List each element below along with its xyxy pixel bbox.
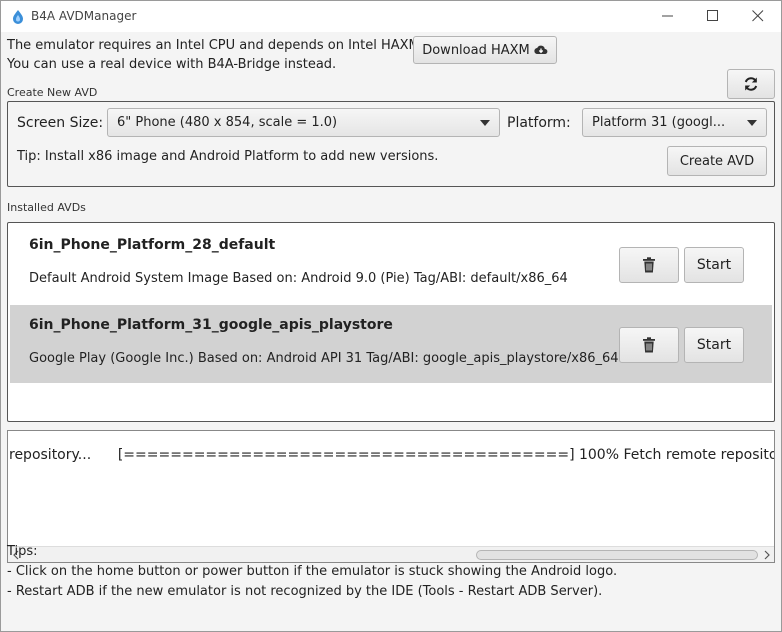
delete-avd-button[interactable] — [619, 247, 679, 283]
chevron-down-icon — [480, 120, 490, 126]
haxm-info-text: The emulator requires an Intel CPU and d… — [7, 38, 425, 53]
avd-description: Default Android System Image Based on: A… — [29, 271, 568, 286]
trash-icon — [643, 337, 655, 353]
installed-avds-list: 6in_Phone_Platform_28_default Default An… — [7, 222, 775, 422]
create-avd-group: Screen Size: 6" Phone (480 x 854, scale … — [7, 101, 775, 187]
maximize-icon — [707, 10, 718, 21]
log-output[interactable]: repository... [=========================… — [7, 430, 775, 563]
window-title: B4A AVDManager — [31, 9, 137, 23]
start-avd-button[interactable]: Start — [684, 247, 744, 283]
refresh-button[interactable] — [727, 69, 775, 99]
list-item[interactable]: 6in_Phone_Platform_31_google_apis_playst… — [10, 305, 772, 383]
platform-select[interactable]: Platform 31 (googl... — [582, 108, 767, 137]
tip-line: - Restart ADB if the new emulator is not… — [7, 584, 603, 599]
platform-label: Platform: — [507, 115, 571, 131]
trash-icon — [643, 257, 655, 273]
create-avd-label: Create AVD — [679, 153, 755, 169]
avd-description: Google Play (Google Inc.) Based on: Andr… — [29, 351, 619, 366]
scrollbar-thumb[interactable] — [476, 550, 758, 560]
start-label: Start — [696, 257, 732, 273]
minimize-icon — [662, 15, 673, 17]
b4a-app-icon — [13, 10, 23, 24]
minimize-button[interactable] — [645, 1, 691, 32]
avd-name: 6in_Phone_Platform_31_google_apis_playst… — [29, 317, 393, 333]
title-bar: B4A AVDManager — [1, 1, 781, 32]
tips-heading: Tips: — [7, 544, 38, 559]
main-content: The emulator requires an Intel CPU and d… — [1, 32, 781, 631]
screen-size-label: Screen Size: — [17, 115, 104, 131]
create-avd-button[interactable]: Create AVD — [667, 146, 767, 176]
download-haxm-button[interactable]: Download HAXM — [413, 36, 557, 64]
start-avd-button[interactable]: Start — [684, 327, 744, 363]
download-haxm-label: Download HAXM — [422, 42, 530, 58]
list-item[interactable]: 6in_Phone_Platform_28_default Default An… — [10, 225, 772, 303]
close-button[interactable] — [735, 1, 781, 32]
chevron-down-icon — [747, 120, 757, 126]
screen-size-value: 6" Phone (480 x 854, scale = 1.0) — [117, 115, 338, 130]
screen-size-select[interactable]: 6" Phone (480 x 854, scale = 1.0) — [107, 108, 500, 137]
horizontal-scrollbar[interactable] — [8, 546, 774, 562]
tip-line: - Click on the home button or power butt… — [7, 564, 618, 579]
bridge-info-text: You can use a real device with B4A-Bridg… — [7, 57, 337, 72]
delete-avd-button[interactable] — [619, 327, 679, 363]
create-avd-section-label: Create New AVD — [7, 86, 98, 99]
avd-name: 6in_Phone_Platform_28_default — [29, 237, 276, 253]
install-tip-text: Tip: Install x86 image and Android Platf… — [17, 149, 439, 164]
refresh-icon — [744, 77, 758, 91]
maximize-button[interactable] — [690, 1, 736, 32]
installed-avds-section-label: Installed AVDs — [7, 201, 86, 214]
platform-value: Platform 31 (googl... — [592, 115, 726, 130]
start-label: Start — [696, 337, 732, 353]
log-text: repository... [=========================… — [9, 447, 775, 463]
scroll-right-icon[interactable] — [763, 550, 771, 560]
cloud-download-icon — [534, 45, 548, 55]
close-icon — [752, 10, 764, 22]
